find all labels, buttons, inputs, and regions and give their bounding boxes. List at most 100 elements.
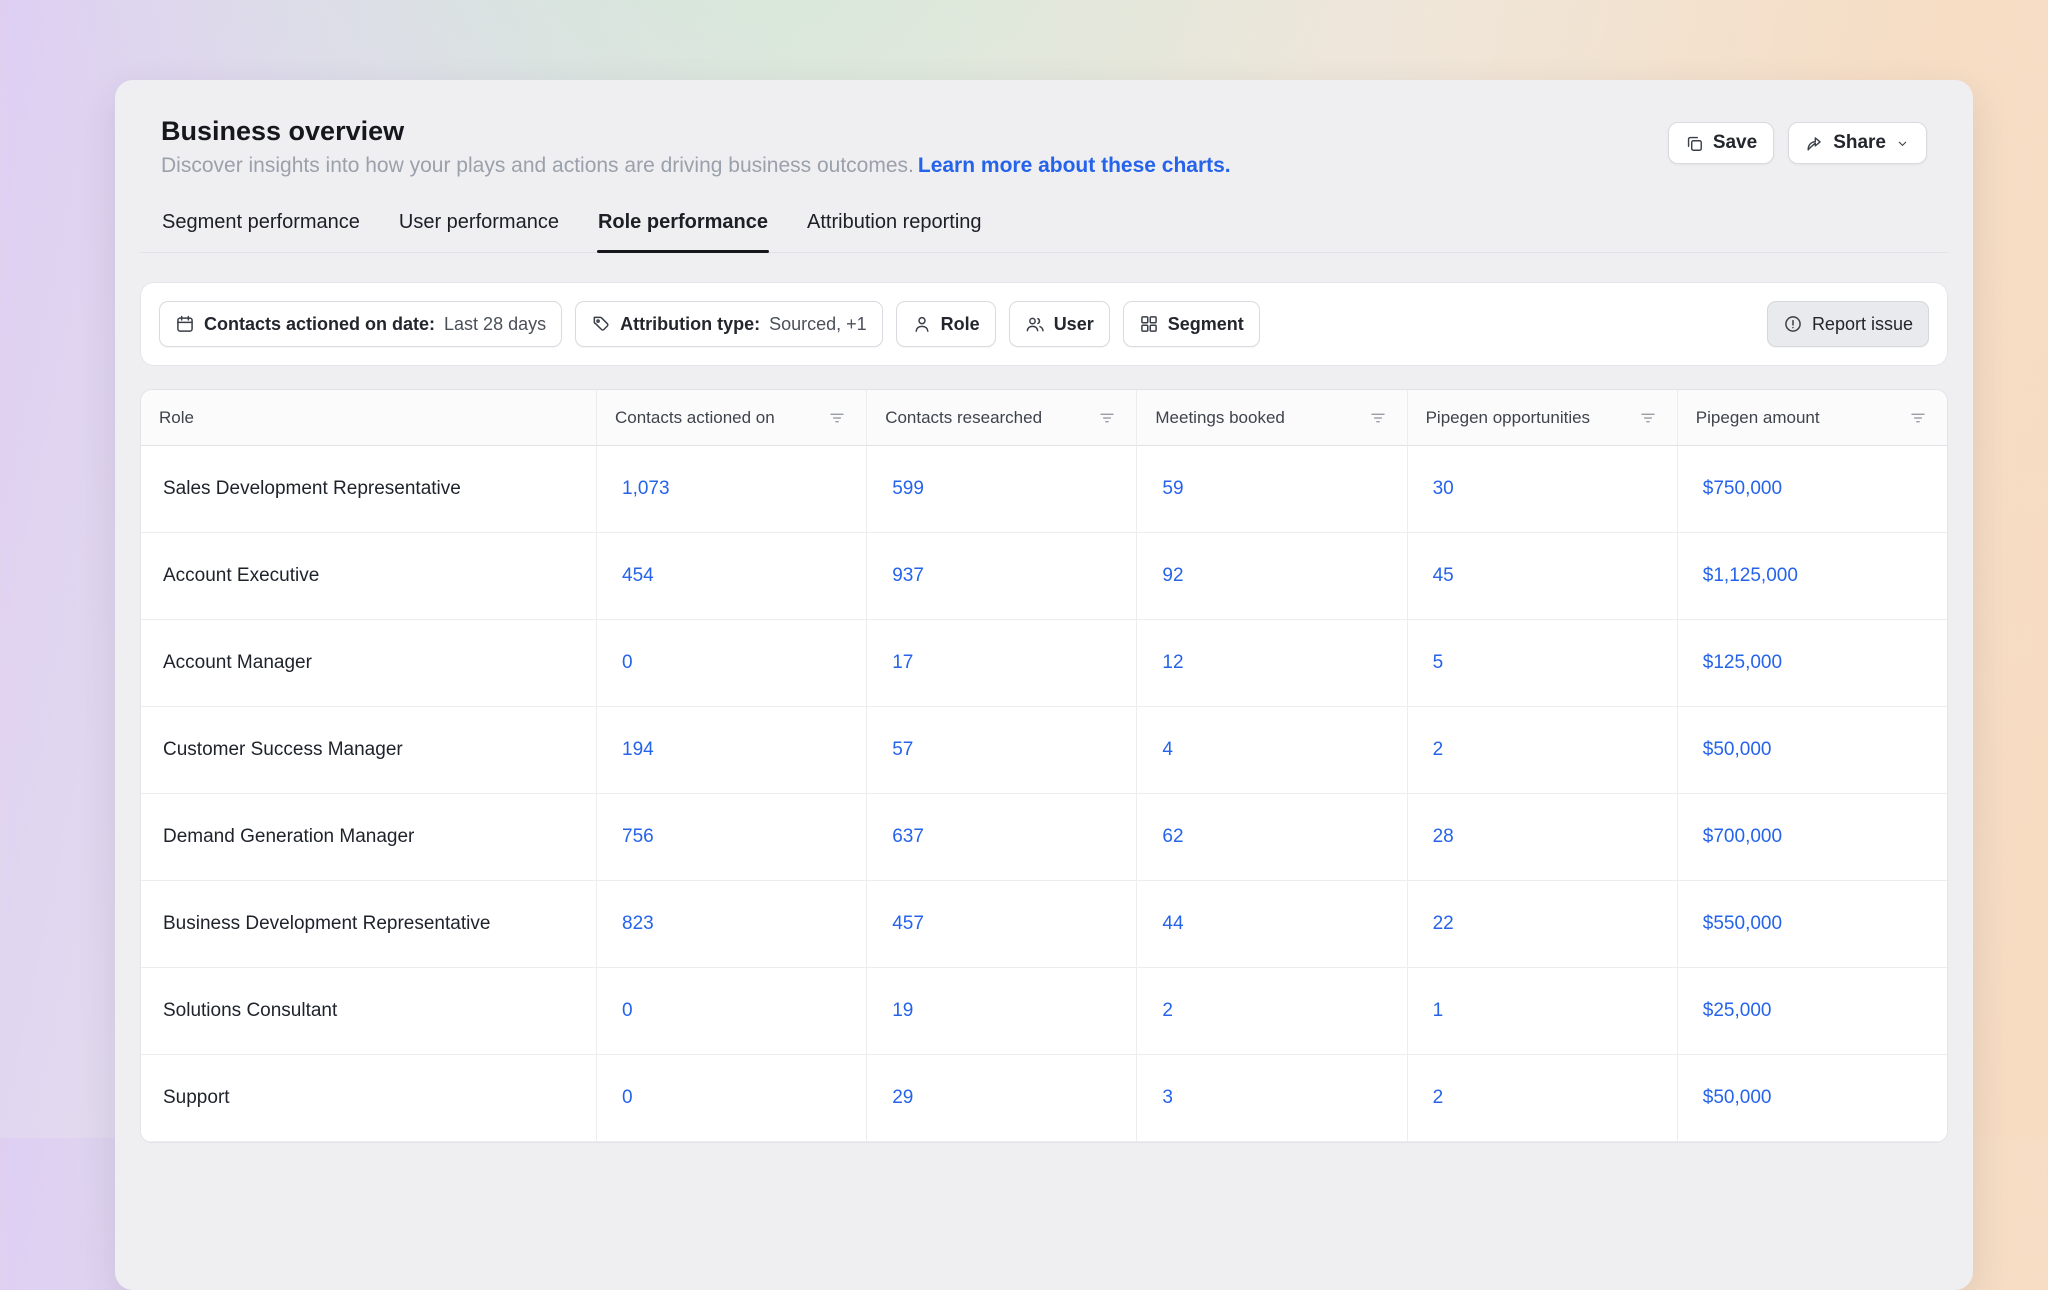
page-subtitle: Discover insights into how your plays an… bbox=[161, 154, 1231, 178]
metric-link[interactable]: 57 bbox=[892, 739, 913, 761]
report-issue-button[interactable]: Report issue bbox=[1767, 301, 1929, 347]
save-button[interactable]: Save bbox=[1668, 122, 1774, 164]
metric-cell: $1,125,000 bbox=[1677, 533, 1947, 620]
metric-cell: 4 bbox=[1136, 707, 1406, 794]
metric-link[interactable]: 62 bbox=[1162, 826, 1183, 848]
metric-link[interactable]: 12 bbox=[1162, 652, 1183, 674]
tag-icon bbox=[591, 314, 611, 334]
metric-link[interactable]: 5 bbox=[1433, 652, 1444, 674]
metric-link[interactable]: $125,000 bbox=[1703, 652, 1782, 674]
column-header-contacts-actioned-on[interactable]: Contacts actioned on bbox=[596, 390, 866, 446]
column-header-meetings-booked[interactable]: Meetings booked bbox=[1136, 390, 1406, 446]
share-button[interactable]: Share bbox=[1788, 122, 1927, 164]
filter-chip-user[interactable]: User bbox=[1009, 301, 1110, 347]
metric-link[interactable]: 19 bbox=[892, 1000, 913, 1022]
report-issue-label: Report issue bbox=[1812, 314, 1913, 335]
filter-icon[interactable] bbox=[1369, 409, 1387, 427]
metric-link[interactable]: 599 bbox=[892, 478, 924, 500]
metric-cell: 937 bbox=[866, 533, 1136, 620]
share-icon bbox=[1805, 134, 1824, 153]
metric-cell: 0 bbox=[596, 620, 866, 707]
metric-link[interactable]: 30 bbox=[1433, 478, 1454, 500]
metric-cell: 823 bbox=[596, 881, 866, 968]
tab-attribution-reporting[interactable]: Attribution reporting bbox=[806, 211, 983, 252]
header-text: Business overview Discover insights into… bbox=[161, 116, 1231, 178]
metric-link[interactable]: 29 bbox=[892, 1087, 913, 1109]
metric-link[interactable]: 454 bbox=[622, 565, 654, 587]
metric-cell: $25,000 bbox=[1677, 968, 1947, 1055]
role-cell: Account Manager bbox=[141, 620, 596, 707]
metric-link[interactable]: 2 bbox=[1433, 739, 1444, 761]
metric-link[interactable]: $50,000 bbox=[1703, 739, 1772, 761]
metric-link[interactable]: 0 bbox=[622, 1000, 633, 1022]
metric-cell: $550,000 bbox=[1677, 881, 1947, 968]
filter-chip-attribution-type[interactable]: Attribution type:Sourced, +1 bbox=[575, 301, 883, 347]
metric-link[interactable]: $750,000 bbox=[1703, 478, 1782, 500]
alert-circle-icon bbox=[1783, 314, 1803, 334]
metric-cell: $125,000 bbox=[1677, 620, 1947, 707]
metric-link[interactable]: 0 bbox=[622, 652, 633, 674]
metric-link[interactable]: $1,125,000 bbox=[1703, 565, 1798, 587]
metric-link[interactable]: 2 bbox=[1433, 1087, 1444, 1109]
metric-link[interactable]: 2 bbox=[1162, 1000, 1173, 1022]
metric-link[interactable]: $50,000 bbox=[1703, 1087, 1772, 1109]
tab-bar: Segment performance User performance Role … bbox=[140, 211, 1948, 253]
role-cell: Solutions Consultant bbox=[141, 968, 596, 1055]
filter-icon[interactable] bbox=[1639, 409, 1657, 427]
metric-link[interactable]: $25,000 bbox=[1703, 1000, 1772, 1022]
metric-link[interactable]: 756 bbox=[622, 826, 654, 848]
tab-role-performance[interactable]: Role performance bbox=[597, 211, 769, 252]
filter-icon[interactable] bbox=[1909, 409, 1927, 427]
metric-link[interactable]: 937 bbox=[892, 565, 924, 587]
metric-cell: 1,073 bbox=[596, 446, 866, 533]
filter-chip-label: Attribution type: bbox=[620, 314, 760, 335]
metric-cell: 599 bbox=[866, 446, 1136, 533]
metric-cell: 30 bbox=[1407, 446, 1677, 533]
filter-chip-value: Last 28 days bbox=[444, 314, 546, 335]
metric-cell: 2 bbox=[1136, 968, 1406, 1055]
filter-icon[interactable] bbox=[1098, 409, 1116, 427]
metric-link[interactable]: 0 bbox=[622, 1087, 633, 1109]
column-header-label: Meetings booked bbox=[1155, 408, 1284, 428]
column-header-pipegen-opportunities[interactable]: Pipegen opportunities bbox=[1407, 390, 1677, 446]
metric-link[interactable]: 44 bbox=[1162, 913, 1183, 935]
metric-cell: 194 bbox=[596, 707, 866, 794]
column-header-contacts-researched[interactable]: Contacts researched bbox=[866, 390, 1136, 446]
column-header-role[interactable]: Role bbox=[141, 390, 596, 446]
metric-cell: 5 bbox=[1407, 620, 1677, 707]
column-header-pipegen-amount[interactable]: Pipegen amount bbox=[1677, 390, 1947, 446]
metric-link[interactable]: 4 bbox=[1162, 739, 1173, 761]
metric-link[interactable]: 92 bbox=[1162, 565, 1183, 587]
metric-link[interactable]: 637 bbox=[892, 826, 924, 848]
tab-segment-performance[interactable]: Segment performance bbox=[161, 211, 361, 252]
metric-cell: $700,000 bbox=[1677, 794, 1947, 881]
share-button-label: Share bbox=[1833, 132, 1886, 154]
metric-link[interactable]: 457 bbox=[892, 913, 924, 935]
metric-cell: 2 bbox=[1407, 707, 1677, 794]
metric-cell: 637 bbox=[866, 794, 1136, 881]
learn-more-link[interactable]: Learn more about these charts. bbox=[918, 154, 1231, 177]
filter-icon[interactable] bbox=[828, 409, 846, 427]
filter-chip-role[interactable]: Role bbox=[896, 301, 996, 347]
metric-link[interactable]: 194 bbox=[622, 739, 654, 761]
filter-chip-segment[interactable]: Segment bbox=[1123, 301, 1260, 347]
metric-link[interactable]: 3 bbox=[1162, 1087, 1173, 1109]
filter-chip-label: Contacts actioned on date: bbox=[204, 314, 435, 335]
metric-link[interactable]: 1,073 bbox=[622, 478, 670, 500]
column-header-label: Pipegen amount bbox=[1696, 408, 1820, 428]
metric-link[interactable]: $700,000 bbox=[1703, 826, 1782, 848]
filter-chip-contacts-actioned-on-date[interactable]: Contacts actioned on date: Last 28 days bbox=[159, 301, 562, 347]
metric-link[interactable]: 45 bbox=[1433, 565, 1454, 587]
tab-user-performance[interactable]: User performance bbox=[398, 211, 560, 252]
metric-cell: 1 bbox=[1407, 968, 1677, 1055]
metric-link[interactable]: 823 bbox=[622, 913, 654, 935]
metric-cell: $50,000 bbox=[1677, 707, 1947, 794]
metric-cell: 22 bbox=[1407, 881, 1677, 968]
metric-link[interactable]: 17 bbox=[892, 652, 913, 674]
metric-link[interactable]: 22 bbox=[1433, 913, 1454, 935]
metric-link[interactable]: 28 bbox=[1433, 826, 1454, 848]
metric-link[interactable]: 59 bbox=[1162, 478, 1183, 500]
metric-link[interactable]: 1 bbox=[1433, 1000, 1444, 1022]
metric-link[interactable]: $550,000 bbox=[1703, 913, 1782, 935]
metric-cell: 3 bbox=[1136, 1055, 1406, 1142]
